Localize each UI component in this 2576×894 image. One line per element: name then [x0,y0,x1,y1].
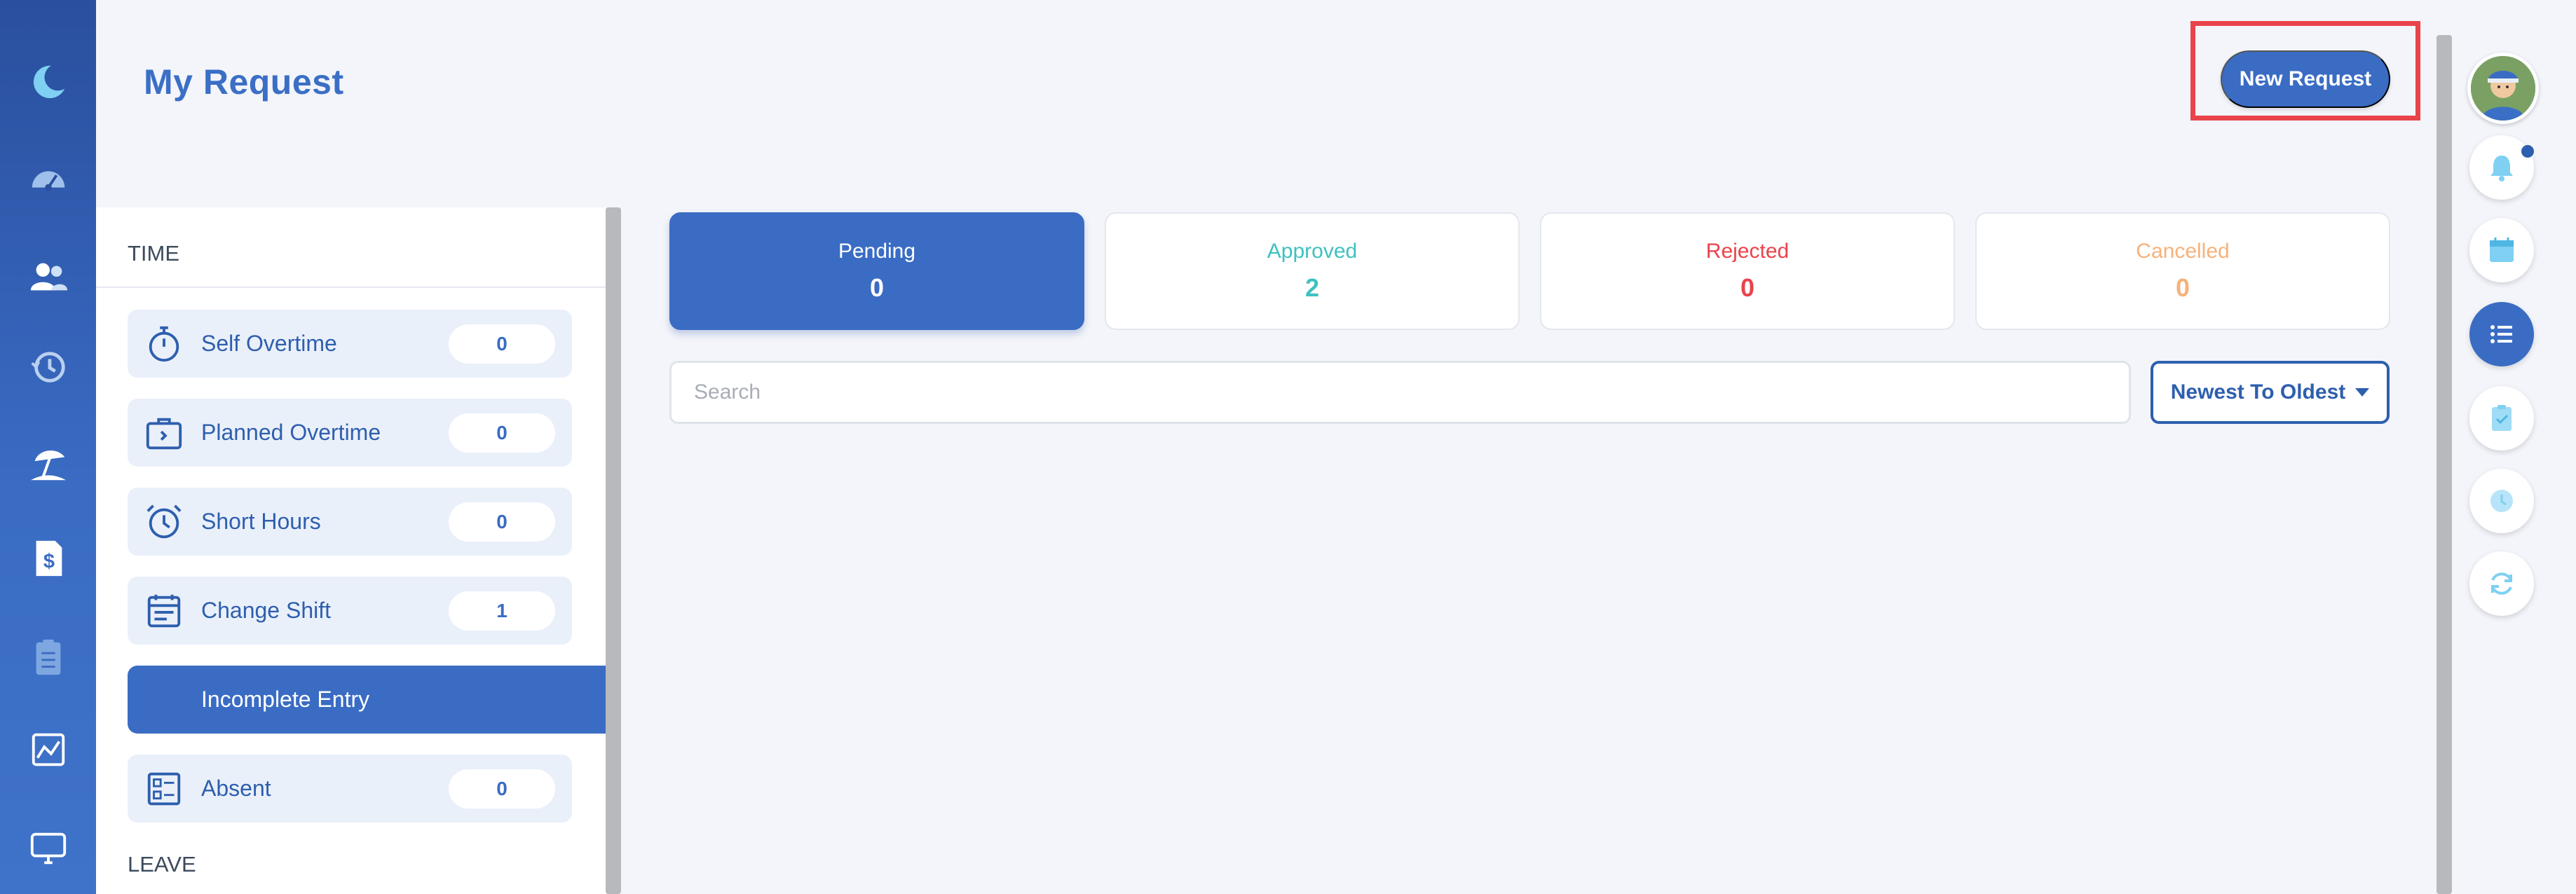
search-input[interactable] [669,361,2131,424]
calendar-button[interactable] [2469,218,2534,282]
clock-icon [2490,490,2513,512]
category-label: Planned Overtime [201,420,381,445]
status-count: 0 [1740,273,1755,302]
new-request-button[interactable]: New Request [2221,50,2390,108]
list-icon [2490,325,2512,343]
chart-icon[interactable] [0,718,96,781]
sort-label: Newest To Oldest [2170,380,2346,404]
status-count: 0 [2175,273,2190,302]
category-self-overtime[interactable]: Self Overtime 0 [128,310,572,378]
category-count-badge: 0 [449,324,555,364]
payroll-dollar-icon[interactable]: $ [0,527,96,590]
requests-list-button[interactable] [2469,302,2534,366]
notification-dot [2521,145,2534,158]
people-icon[interactable] [0,245,96,308]
category-count-badge: 0 [449,502,555,542]
section-divider [96,287,606,288]
caret-down-icon [2355,388,2370,397]
status-tab-approved[interactable]: Approved 2 [1105,212,1520,330]
status-count: 2 [1304,273,1320,302]
avatar[interactable] [2467,53,2539,124]
svg-text:$: $ [43,551,54,573]
main-scrollbar[interactable] [2437,35,2452,894]
status-label: Rejected [1705,240,1790,263]
request-category-panel: TIME Self Overtime 0 Planned Overtime 0 … [96,207,606,894]
category-count-badge: 0 [449,413,555,453]
time-section-header: TIME [128,241,180,266]
category-label: Change Shift [201,598,332,623]
category-count-badge: 1 [449,591,555,631]
refresh-button[interactable] [2469,551,2534,616]
page-title: My Request [144,62,344,102]
status-count: 0 [869,273,885,302]
dashboard-gauge-icon[interactable] [0,148,96,211]
notifications-button[interactable] [2469,135,2534,200]
category-panel-scrollbar[interactable] [606,207,621,894]
list-checkbox-icon [143,768,185,810]
alarm-clock-icon [143,501,185,543]
briefcase-icon [143,412,185,454]
category-change-shift[interactable]: Change Shift 1 [128,577,572,645]
status-tab-cancelled[interactable]: Cancelled 0 [1975,212,2390,330]
moon-logo-icon[interactable] [0,50,96,114]
category-label: Self Overtime [201,331,337,356]
status-tab-rejected[interactable]: Rejected 0 [1540,212,1955,330]
refresh-icon [2491,572,2512,595]
category-count-badge: 0 [449,769,555,809]
category-label: Absent [201,776,271,801]
category-planned-overtime[interactable]: Planned Overtime 0 [128,399,572,467]
stopwatch-icon [143,323,185,365]
tasks-button[interactable] [2469,386,2534,451]
status-tab-pending[interactable]: Pending 0 [669,212,1084,330]
sort-dropdown[interactable]: Newest To Oldest [2151,361,2390,424]
category-short-hours[interactable]: Short Hours 0 [128,488,572,556]
category-absent[interactable]: Absent 0 [128,755,572,823]
status-label: Approved [1267,240,1358,263]
category-incomplete-entry[interactable]: Incomplete Entry [128,666,606,734]
attendance-button[interactable] [2469,469,2534,533]
category-label: Incomplete Entry [201,687,370,712]
beach-umbrella-icon[interactable] [0,432,96,495]
history-clock-icon[interactable] [0,336,96,399]
calendar-icon [2490,238,2514,262]
status-label: Cancelled [2136,240,2230,263]
bell-icon [2490,156,2513,181]
leave-section-header: LEAVE [128,852,196,876]
status-label: Pending [838,240,916,263]
monitor-icon[interactable] [0,816,96,879]
clipboard-check-icon [2492,405,2512,431]
category-label: Short Hours [201,509,321,534]
calendar-icon [143,590,185,632]
sidebar-nav: $ [0,0,96,894]
clipboard-list-icon[interactable] [0,626,96,689]
